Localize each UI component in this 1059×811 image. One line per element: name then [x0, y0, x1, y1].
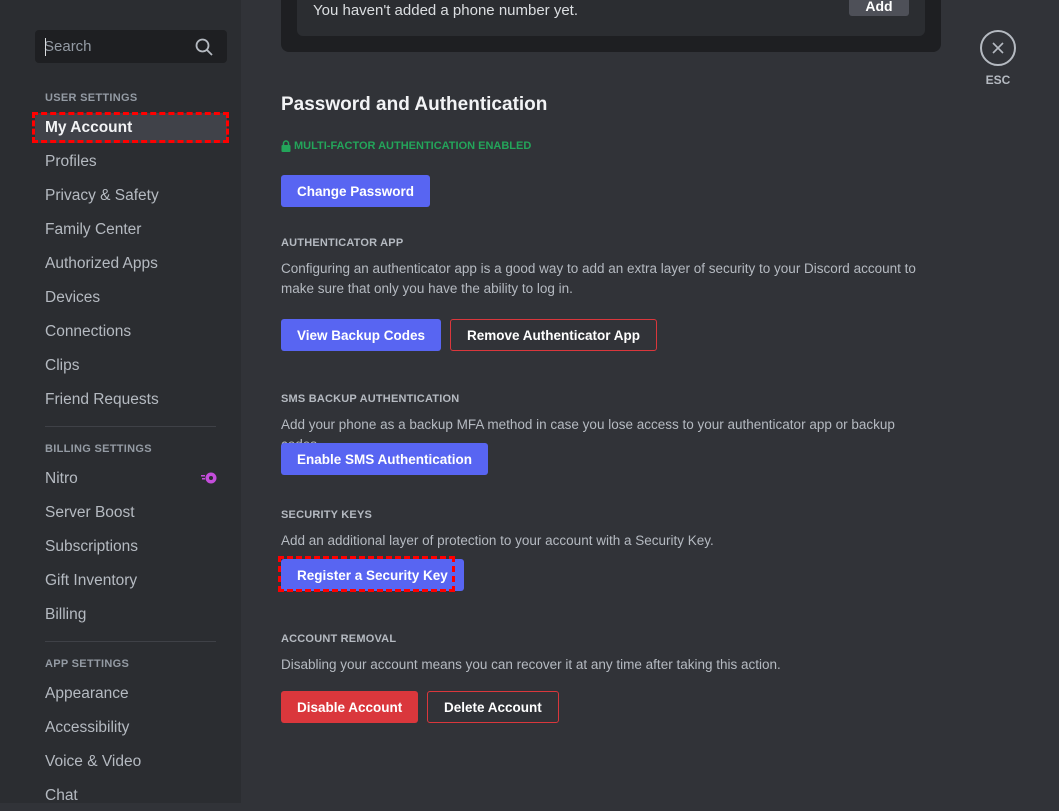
section-title: Password and Authentication — [281, 94, 548, 115]
phone-row: You haven't added a phone number yet. Ad… — [297, 0, 925, 36]
phone-status-text: You haven't added a phone number yet. — [313, 2, 579, 19]
sidebar-divider — [45, 426, 216, 427]
sidebar-item-profiles[interactable]: Profiles — [35, 147, 227, 177]
add-phone-button[interactable]: Add — [849, 0, 909, 16]
sidebar-item-gift-inventory[interactable]: Gift Inventory — [35, 566, 227, 596]
security-keys-desc: Add an additional layer of protection to… — [281, 533, 714, 548]
add-phone-label: Add — [865, 0, 893, 14]
esc-label: ESC — [985, 73, 1011, 87]
sidebar-item-subscriptions[interactable]: Subscriptions — [35, 532, 227, 562]
phone-card: You haven't added a phone number yet. Ad… — [281, 0, 941, 52]
sidebar-item-family-center[interactable]: Family Center — [35, 215, 227, 245]
close-icon — [992, 42, 1004, 54]
sidebar-item-nitro[interactable]: Nitro — [35, 464, 227, 494]
authenticator-desc: Configuring an authenticator app is a go… — [281, 261, 916, 296]
section-header-app-settings: APP SETTINGS — [45, 658, 130, 670]
sidebar-item-connections[interactable]: Connections — [35, 317, 227, 347]
settings-content: You haven't added a phone number yet. Ad… — [241, 0, 1059, 803]
sidebar-item-my-account[interactable]: My Account — [35, 113, 227, 143]
close-settings[interactable]: ESC — [980, 30, 1016, 87]
section-header-billing-settings: BILLING SETTINGS — [45, 443, 152, 455]
sidebar-item-accessibility[interactable]: Accessibility — [35, 713, 227, 743]
search-box[interactable] — [35, 30, 227, 63]
sidebar-item-voice-video[interactable]: Voice & Video — [35, 747, 227, 777]
mfa-status: MULTI-FACTOR AUTHENTICATION ENABLED — [281, 140, 531, 152]
sidebar-item-chat[interactable]: Chat — [35, 781, 227, 811]
mfa-status-text: MULTI-FACTOR AUTHENTICATION ENABLED — [294, 140, 532, 152]
disable-account-button[interactable]: Disable Account — [281, 691, 419, 723]
delete-account-button[interactable]: Delete Account — [427, 691, 559, 723]
sidebar-item-devices[interactable]: Devices — [35, 283, 227, 313]
view-backup-codes-button[interactable]: View Backup Codes — [281, 319, 442, 351]
change-password-button[interactable]: Change Password — [281, 175, 431, 207]
register-security-key-button[interactable]: Register a Security Key — [281, 559, 464, 591]
sidebar-item-clips[interactable]: Clips — [35, 351, 227, 381]
search-input[interactable] — [44, 30, 184, 63]
lock-icon — [281, 140, 291, 152]
security-keys-header: SECURITY KEYS — [281, 509, 373, 521]
account-removal-header: ACCOUNT REMOVAL — [281, 633, 397, 645]
section-header-user-settings: USER SETTINGS — [45, 92, 138, 104]
sidebar-item-appearance[interactable]: Appearance — [35, 679, 227, 709]
sidebar-item-authorized-apps[interactable]: Authorized Apps — [35, 249, 227, 279]
sidebar-item-billing[interactable]: Billing — [35, 600, 227, 630]
account-removal-desc: Disabling your account means you can rec… — [281, 657, 781, 672]
nitro-icon — [201, 472, 217, 484]
sidebar-item-privacy-safety[interactable]: Privacy & Safety — [35, 181, 227, 211]
settings-sidebar: USER SETTINGS My Account Profiles Privac… — [0, 0, 241, 804]
search-icon — [195, 38, 213, 56]
authenticator-header: AUTHENTICATOR APP — [281, 237, 404, 249]
sidebar-divider — [45, 641, 216, 642]
remove-authenticator-button[interactable]: Remove Authenticator App — [450, 319, 658, 351]
sms-header: SMS BACKUP AUTHENTICATION — [281, 393, 460, 405]
sidebar-item-friend-requests[interactable]: Friend Requests — [35, 385, 227, 415]
text-caret — [45, 38, 46, 56]
enable-sms-button[interactable]: Enable SMS Authentication — [281, 443, 489, 475]
close-button[interactable] — [980, 30, 1016, 66]
sidebar-item-server-boost[interactable]: Server Boost — [35, 498, 227, 528]
